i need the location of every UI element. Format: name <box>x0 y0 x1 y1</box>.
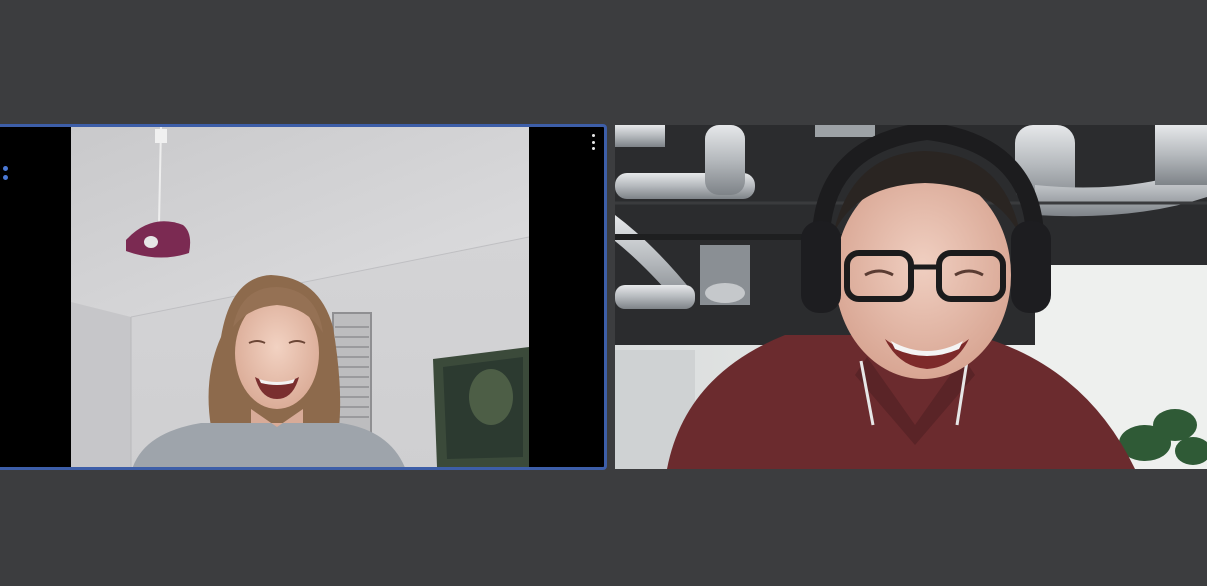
participant-video-feed-1 <box>71 127 529 467</box>
more-vertical-icon-dot <box>591 147 595 150</box>
more-vertical-icon <box>591 134 595 137</box>
more-options-button[interactable] <box>588 133 598 151</box>
gallery-drag-handle[interactable] <box>3 166 8 180</box>
drag-handle-icon <box>3 166 8 171</box>
participant-video-tile-2[interactable] <box>615 125 1207 469</box>
drag-handle-icon-dot <box>3 175 8 180</box>
participant-video-tile-1[interactable] <box>0 124 607 470</box>
meeting-gallery-view <box>0 0 1207 586</box>
more-vertical-icon-dot <box>591 140 595 144</box>
participant-video-feed-2 <box>615 125 1207 469</box>
